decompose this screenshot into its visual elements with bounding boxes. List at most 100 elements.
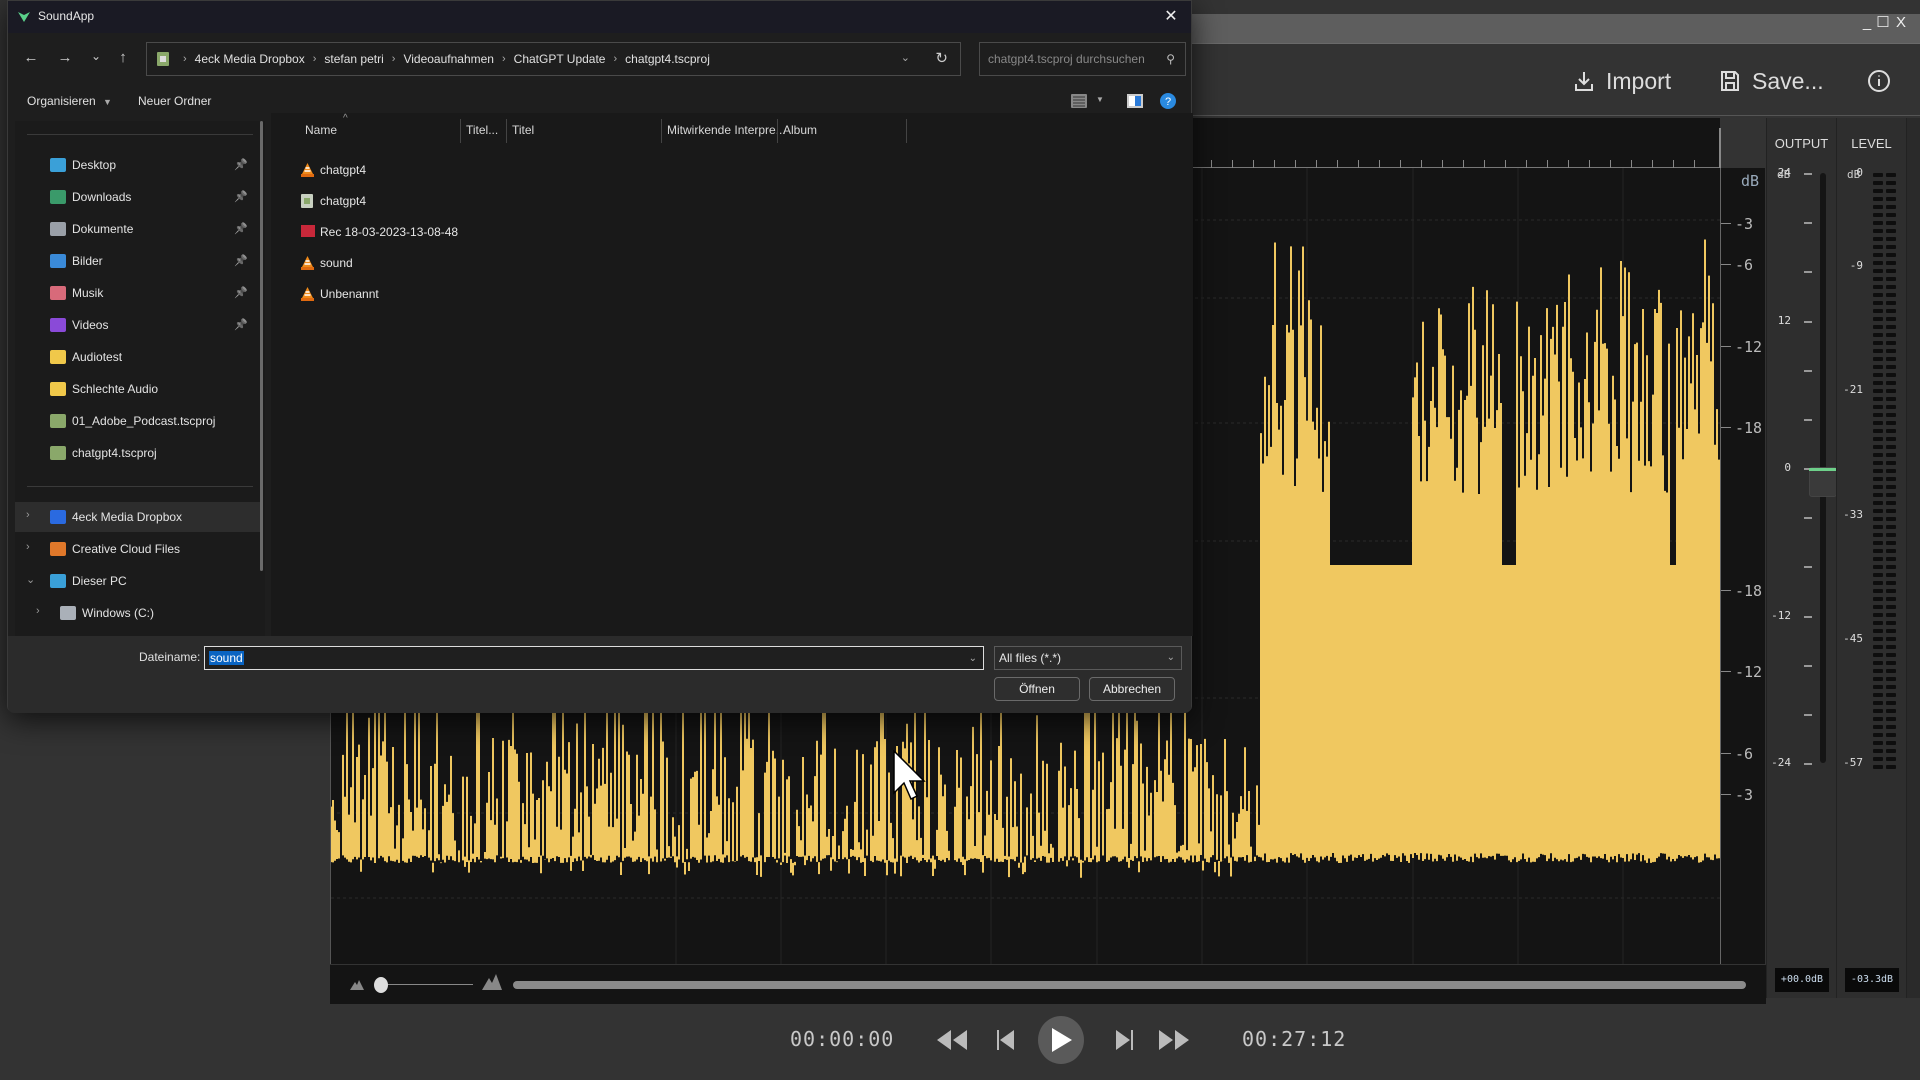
import-button[interactable]: Import: [1572, 66, 1671, 96]
file-row[interactable]: Unbenannt: [271, 281, 871, 307]
sidebar-item-bilder[interactable]: Bilder 📌: [15, 246, 260, 276]
column-header-name[interactable]: Name: [305, 123, 337, 143]
zoom-out-mountain-icon[interactable]: [350, 978, 364, 990]
chevron-right-icon[interactable]: ›: [26, 541, 30, 553]
sidebar-tree-label: 4eck Media Dropbox: [72, 510, 183, 524]
sidebar-item-dokumente[interactable]: Dokumente 📌: [15, 214, 260, 244]
app-titlebar: [1190, 14, 1920, 44]
level-led-segment: [1886, 501, 1896, 505]
search-input[interactable]: chatgpt4.tscproj durchsuchen ⚲: [979, 42, 1186, 76]
refresh-icon[interactable]: ↻: [935, 49, 948, 67]
column-separator[interactable]: [777, 119, 778, 143]
filename-value: sound: [209, 651, 244, 665]
sidebar-item-schlechte-audio[interactable]: Schlechte Audio: [15, 374, 260, 404]
pin-icon[interactable]: 📌: [234, 318, 248, 331]
file-row[interactable]: sound: [271, 250, 871, 276]
chevron-down-icon[interactable]: ⌄: [26, 573, 35, 586]
level-led-segment: [1873, 373, 1883, 377]
output-fader-knob[interactable]: [1809, 467, 1837, 497]
recent-locations-button[interactable]: ⌄: [85, 49, 107, 69]
back-button[interactable]: ←: [20, 49, 42, 69]
organize-button[interactable]: Organisieren ▼: [27, 94, 112, 108]
breadcrumb-item[interactable]: chatgpt4.tscproj: [625, 52, 710, 66]
column-header-title[interactable]: Titel: [512, 123, 534, 143]
filename-history-chevron-icon[interactable]: ⌄: [969, 648, 977, 670]
pin-icon[interactable]: 📌: [234, 286, 248, 299]
sidebar-item-audiotest[interactable]: Audiotest: [15, 342, 260, 372]
timeline-minor-tick: [1484, 160, 1485, 168]
sidebar-tree-creative-cloud-files[interactable]: › Creative Cloud Files: [15, 534, 260, 564]
column-separator[interactable]: [661, 119, 662, 143]
column-separator[interactable]: [906, 119, 907, 143]
up-button[interactable]: ↑: [112, 49, 134, 69]
level-led-segment: [1873, 469, 1883, 473]
maximize-button[interactable]: ☐: [1874, 14, 1892, 32]
skip-to-end-button[interactable]: [1108, 1026, 1140, 1054]
dialog-titlebar[interactable]: SoundApp ✕: [8, 1, 1191, 33]
breadcrumb-item[interactable]: ChatGPT Update: [514, 52, 606, 66]
sidebar-tree-4eck-media-dropbox[interactable]: › 4eck Media Dropbox: [15, 502, 260, 532]
dialog-close-button[interactable]: ✕: [1159, 5, 1183, 29]
pin-icon[interactable]: 📌: [234, 190, 248, 203]
nav-divider: [27, 486, 253, 487]
view-list-icon[interactable]: [1071, 94, 1087, 108]
pin-icon[interactable]: 📌: [234, 254, 248, 267]
help-icon[interactable]: ?: [1160, 93, 1176, 109]
pin-icon[interactable]: 📌: [234, 222, 248, 235]
save-button[interactable]: Save...: [1718, 66, 1824, 96]
address-bar[interactable]: › 4eck Media Dropbox › stefan petri › Vi…: [146, 42, 961, 76]
breadcrumb-item[interactable]: 4eck Media Dropbox: [195, 52, 305, 66]
level-led-segment: [1886, 381, 1896, 385]
level-led-segment: [1873, 533, 1883, 537]
level-led-segment: [1886, 237, 1896, 241]
fast-forward-button[interactable]: [1158, 1026, 1190, 1054]
pin-icon[interactable]: 📌: [234, 158, 248, 171]
chevron-right-icon[interactable]: ›: [26, 509, 30, 521]
sidebar-tree-windows-c-[interactable]: › Windows (C:): [15, 598, 260, 628]
breadcrumb-item[interactable]: stefan petri: [324, 52, 383, 66]
column-header-album[interactable]: Album: [783, 123, 817, 143]
column-header-title-short[interactable]: Titel...: [466, 123, 498, 143]
column-header-contributing-artists[interactable]: Mitwirkende Interpre...: [667, 123, 786, 143]
filename-input[interactable]: sound ⌄: [204, 646, 984, 670]
file-row[interactable]: Rec 18-03-2023-13-08-48: [271, 219, 871, 245]
preview-pane-icon[interactable]: [1127, 94, 1143, 108]
close-app-button[interactable]: X: [1892, 14, 1910, 32]
sidebar-item-chatgpt4-tscproj[interactable]: chatgpt4.tscproj: [15, 438, 260, 468]
forward-button[interactable]: →: [54, 49, 76, 69]
sidebar-item-videos[interactable]: Videos 📌: [15, 310, 260, 340]
timeline-minor-tick: [1253, 160, 1254, 168]
chevron-right-icon[interactable]: ›: [36, 605, 40, 617]
column-separator[interactable]: [506, 119, 507, 143]
sidebar-item-icon: [50, 286, 66, 300]
sidebar-item-musik[interactable]: Musik 📌: [15, 278, 260, 308]
output-scale-tick: [1804, 369, 1812, 372]
horizontal-scrollbar[interactable]: [513, 981, 1746, 989]
play-button[interactable]: [1038, 1016, 1084, 1064]
level-led-segment: [1873, 197, 1883, 201]
sidebar-tree-dieser-pc[interactable]: ⌄ Dieser PC: [15, 566, 260, 596]
rewind-button[interactable]: [936, 1026, 968, 1054]
new-folder-button[interactable]: Neuer Ordner: [138, 94, 211, 108]
view-options-dropdown-icon[interactable]: ▼: [1096, 95, 1104, 104]
sidebar-item-01-adobe-podcast-tscproj[interactable]: 01_Adobe_Podcast.tscproj: [15, 406, 260, 436]
sidebar-item-icon: [50, 350, 66, 364]
column-separator[interactable]: [460, 119, 461, 143]
file-row[interactable]: chatgpt4: [271, 188, 871, 214]
breadcrumb-item[interactable]: Videoaufnahmen: [403, 52, 494, 66]
cancel-button[interactable]: Abbrechen: [1089, 677, 1175, 701]
zoom-slider-knob[interactable]: [373, 977, 388, 993]
address-dropdown-chevron-icon[interactable]: ⌄: [901, 51, 910, 64]
info-button[interactable]: [1867, 66, 1891, 96]
sidebar-item-desktop[interactable]: Desktop 📌: [15, 150, 260, 180]
file-row[interactable]: chatgpt4: [271, 157, 871, 183]
sidebar-item-downloads[interactable]: Downloads 📌: [15, 182, 260, 212]
level-led-segment: [1886, 397, 1896, 401]
file-type-select[interactable]: All files (*.*) ⌄: [994, 646, 1182, 670]
open-button[interactable]: Öffnen: [994, 677, 1080, 701]
skip-to-start-button[interactable]: [990, 1026, 1022, 1054]
zoom-in-mountain-icon[interactable]: [482, 974, 502, 990]
navigation-scrollbar[interactable]: [260, 121, 263, 571]
level-led-segment: [1873, 421, 1883, 425]
zoom-slider-track[interactable]: [378, 984, 473, 985]
